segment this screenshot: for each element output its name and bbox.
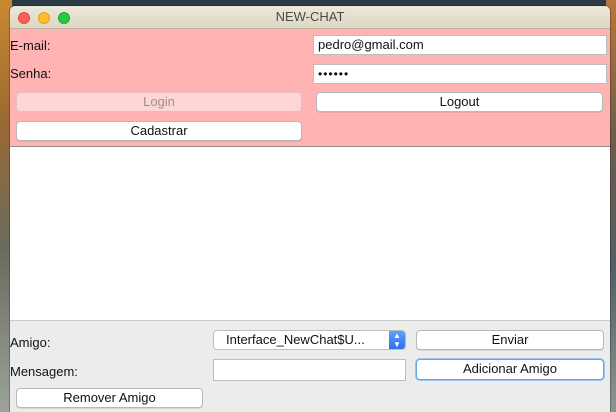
login-panel: E-mail: pedro@gmail.com Senha: •••••• Lo…	[10, 29, 610, 147]
friend-select[interactable]: Interface_NewChat$U... ▲ ▼	[213, 330, 406, 350]
password-label: Senha:	[10, 66, 52, 81]
message-panel: Amigo: Interface_NewChat$U... ▲ ▼ Enviar …	[10, 321, 610, 412]
logout-button[interactable]: Logout	[316, 92, 603, 112]
zoom-window-button[interactable]	[58, 12, 70, 24]
message-label: Mensagem:	[10, 364, 78, 379]
register-button[interactable]: Cadastrar	[16, 121, 302, 141]
title-bar[interactable]: NEW-CHAT	[10, 6, 610, 29]
add-friend-button[interactable]: Adicionar Amigo	[416, 359, 604, 380]
send-button[interactable]: Enviar	[416, 330, 604, 350]
remove-friend-button[interactable]: Remover Amigo	[16, 388, 203, 408]
email-field[interactable]: pedro@gmail.com	[313, 35, 607, 55]
window-title: NEW-CHAT	[275, 9, 345, 24]
minimize-window-button[interactable]	[38, 12, 50, 24]
app-window: NEW-CHAT E-mail: pedro@gmail.com Senha: …	[10, 6, 610, 412]
close-window-button[interactable]	[18, 12, 30, 24]
chat-messages-area[interactable]	[10, 147, 610, 321]
login-button[interactable]: Login	[16, 92, 302, 112]
up-down-chevron-icon: ▲ ▼	[389, 331, 405, 349]
email-label: E-mail:	[10, 38, 51, 53]
friend-label: Amigo:	[10, 335, 51, 350]
password-field[interactable]: ••••••	[313, 64, 607, 84]
message-field[interactable]	[213, 359, 406, 381]
friend-select-value: Interface_NewChat$U...	[226, 332, 365, 347]
